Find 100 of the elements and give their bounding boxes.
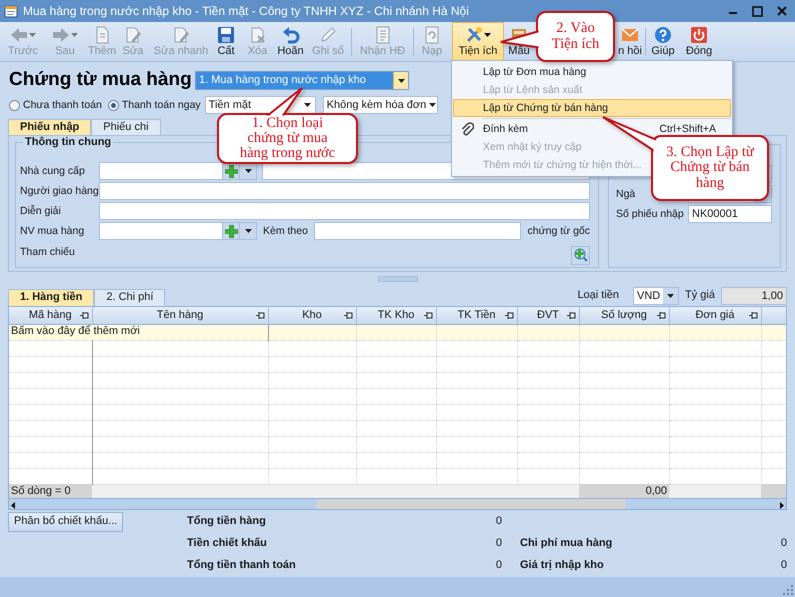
column-header[interactable]: TK Tiền: [436, 307, 517, 324]
plus-icon: [224, 224, 238, 238]
pin-icon[interactable]: [344, 312, 352, 319]
tab[interactable]: 2. Chi phí: [94, 289, 166, 306]
invoice-option-select[interactable]: Không kèm hóa đơn: [322, 96, 438, 114]
lookup-field[interactable]: [99, 162, 223, 180]
callout-text: 3. Chọn Lập từ Chứng từ bán hàng: [665, 145, 756, 191]
horizontal-scrollbar[interactable]: [9, 498, 786, 509]
discount-button[interactable]: Phân bổ chiết khấu...: [8, 512, 124, 532]
toolbar-button[interactable]: Hoãn: [275, 22, 306, 61]
pin-icon[interactable]: [256, 312, 264, 319]
tab[interactable]: Phiếu nhập: [8, 119, 92, 135]
toolbar-button[interactable]: Cất: [212, 22, 240, 61]
text-field[interactable]: [99, 182, 590, 200]
field-label: Tham chiếu: [20, 246, 76, 258]
arrow-left-icon[interactable]: [9, 499, 18, 509]
exchange-rate-field[interactable]: 1,00: [721, 287, 787, 305]
pin-icon[interactable]: [748, 312, 758, 319]
total-label: Tổng tiền thanh toán: [187, 559, 297, 573]
app-icon: [4, 4, 18, 18]
pin-icon[interactable]: [656, 312, 666, 319]
field-label: Ngà: [616, 188, 636, 200]
callout-text: 2. Vào Tiện ích: [550, 21, 600, 52]
field-label: Tỷ giá: [685, 289, 715, 303]
total-label: Tiền chiết khấu: [187, 537, 268, 551]
field-label: Loại tiền: [577, 289, 620, 303]
caret-icon: [244, 229, 252, 233]
field-label: Nhà cung cấp: [20, 164, 86, 178]
column-header[interactable]: Đơn giá: [669, 307, 761, 324]
power-icon: [690, 26, 708, 44]
document-icon: [374, 26, 392, 44]
lookup-field[interactable]: [99, 222, 223, 240]
field-label: Kèm theo: [263, 224, 308, 238]
dropdown-button[interactable]: [240, 222, 257, 240]
text-field[interactable]: NK00001: [688, 205, 772, 223]
window-title: Mua hàng trong nước nhập kho - Tiền mặt - Công ty TNHH XYZ - Chi nhánh Hà Nội: [23, 4, 469, 18]
total-value: 0: [494, 537, 502, 551]
pin-icon[interactable]: [80, 312, 88, 319]
arrow-right-icon[interactable]: [777, 499, 786, 509]
document-delete-icon: [248, 26, 266, 44]
envelope-icon: [621, 26, 639, 44]
total-value: 0: [780, 559, 787, 573]
text-field[interactable]: [314, 222, 522, 240]
column-header[interactable]: Kho: [268, 307, 356, 324]
arrow-left-icon: [10, 26, 28, 44]
field-label: chứng từ gốc: [527, 224, 590, 238]
text-field[interactable]: [99, 202, 590, 220]
total-value: 0: [780, 537, 787, 551]
tab[interactable]: Phiếu chi: [91, 119, 161, 135]
caret-icon: [429, 103, 436, 107]
quantity-total: 0,00: [579, 484, 669, 498]
pin-icon[interactable]: [566, 312, 576, 319]
radio-label[interactable]: Thanh toán ngay: [122, 98, 201, 112]
caret-icon: [667, 294, 674, 298]
document-edit-icon: [172, 26, 190, 44]
close-icon[interactable]: [777, 6, 787, 16]
currency-select[interactable]: VND: [633, 287, 680, 305]
column-header[interactable]: Số lượng: [579, 307, 669, 324]
help-icon: [654, 26, 672, 44]
maximize-icon[interactable]: [752, 6, 763, 16]
row-count: Số dòng = 0: [9, 484, 92, 498]
document-edit-icon: [124, 26, 142, 44]
add-reference-button[interactable]: [571, 246, 590, 264]
caret-icon: [304, 103, 311, 107]
form-title: Chứng từ mua hàng: [9, 69, 193, 92]
column-header[interactable]: ĐVT: [517, 307, 579, 324]
total-label: Tổng tiền hàng: [187, 515, 267, 529]
pin-icon[interactable]: [504, 312, 514, 319]
field-label: NV mua hàng: [20, 224, 86, 238]
radio-button[interactable]: [108, 100, 119, 110]
toolbar-button[interactable]: Tiện ích: [452, 22, 504, 61]
total-label: Giá trị nhập kho: [520, 559, 605, 573]
field-label: Diễn giải: [20, 204, 62, 218]
menu-item[interactable]: Lập từ Đơn mua hàng: [453, 63, 731, 81]
caret-icon: [398, 78, 404, 82]
plus-icon: [224, 164, 238, 178]
column-header[interactable]: TK Kho: [356, 307, 436, 324]
paperclip-icon: [460, 122, 474, 137]
radio-button[interactable]: [9, 100, 20, 110]
menu-item[interactable]: Lập từ Chứng từ bán hàng: [453, 99, 731, 117]
column-header[interactable]: Tên hàng: [92, 307, 268, 324]
menu-item[interactable]: Đính kèm Ctrl+Shift+A: [453, 120, 731, 138]
splitter-handle[interactable]: [378, 276, 418, 282]
callout-text: 1. Chọn loại chứng từ mua hàng trong nước: [238, 116, 336, 162]
column-header[interactable]: Mã hàng: [9, 307, 92, 324]
radio-label[interactable]: Chưa thanh toán: [23, 98, 102, 112]
group-title: Thông tin chung: [24, 137, 112, 148]
tab[interactable]: 1. Hàng tiền: [8, 289, 94, 306]
field-label: Số phiếu nhập: [616, 208, 685, 220]
resize-grip-icon[interactable]: [783, 585, 793, 595]
search-add-icon: [574, 248, 588, 262]
pin-icon[interactable]: [424, 312, 432, 319]
pencil-icon: [319, 26, 337, 44]
arrow-right-icon: [52, 26, 70, 44]
tools-icon: [465, 26, 483, 44]
total-label: Chi phí mua hàng: [520, 537, 614, 551]
field-label: Người giao hàng: [20, 184, 99, 198]
caret-icon: [244, 169, 252, 173]
undo-icon: [282, 26, 300, 44]
total-value: 0: [494, 559, 502, 573]
